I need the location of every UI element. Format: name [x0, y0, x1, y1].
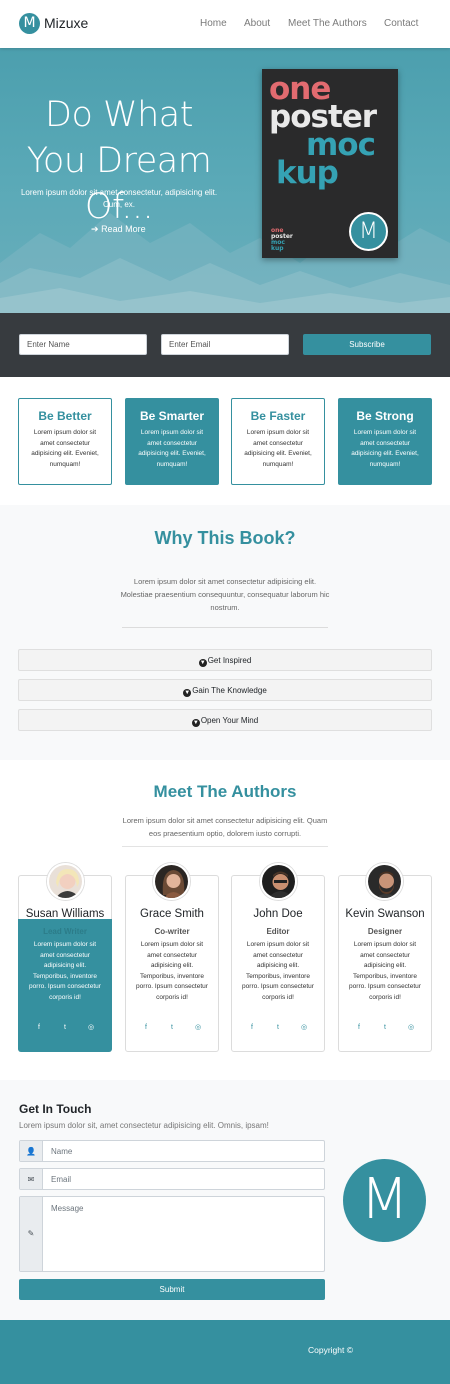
- contact-name-field[interactable]: 👤 Name: [19, 1140, 325, 1162]
- author-name: Kevin Swanson: [345, 908, 425, 920]
- author-social: f t ◎: [126, 1023, 218, 1031]
- copyright-text: Copyright ©: [308, 1345, 354, 1355]
- why-title: Why This Book?: [154, 528, 296, 548]
- instagram-icon[interactable]: ◎: [78, 1023, 104, 1031]
- authors-title: Meet The Authors: [153, 782, 297, 801]
- pencil-icon: ✎: [20, 1197, 43, 1271]
- arrow-circle-down-icon: ▼: [183, 689, 192, 697]
- accordion-label: Gain The Knowledge: [192, 686, 267, 695]
- twitter-icon[interactable]: t: [372, 1024, 398, 1031]
- hero-title-line: Do What: [45, 95, 193, 135]
- avatar: [260, 863, 297, 900]
- author-social: f t ◎: [19, 1023, 111, 1031]
- accordion-open-your-mind[interactable]: ▼ Open Your Mind: [18, 709, 432, 731]
- contact-message-field[interactable]: ✎ Message: [19, 1196, 325, 1272]
- arrow-circle-down-icon: ▼: [191, 719, 200, 727]
- hero-title-line: You Dream: [26, 141, 212, 181]
- feature-title: Be Smarter: [139, 409, 205, 423]
- author-role: Co-writer: [154, 927, 190, 936]
- author-role: Designer: [367, 927, 403, 936]
- accordion-get-inspired[interactable]: ▼ Get Inspired: [18, 649, 432, 671]
- author-text: Lorem ipsum dolor sit amet consectetur a…: [136, 941, 208, 1001]
- contact-logo: M: [343, 1159, 426, 1242]
- divider: [122, 846, 328, 847]
- author-name: Grace Smith: [140, 908, 204, 920]
- subscribe-email-input[interactable]: Enter Email: [161, 334, 289, 355]
- arrow-circle-down-icon: ▼: [198, 659, 207, 667]
- twitter-icon[interactable]: t: [52, 1024, 78, 1031]
- contact-email-field[interactable]: ✉ Email: [19, 1168, 325, 1190]
- author-name: John Doe: [253, 908, 303, 920]
- subscribe-name-input[interactable]: Enter Name: [19, 334, 147, 355]
- read-more-button[interactable]: ➔ Read More: [91, 224, 146, 235]
- author-card: Kevin Swanson Designer Lorem ipsum dolor…: [338, 875, 432, 1052]
- author-role: Lead Writer: [43, 927, 87, 936]
- poster-word: kup: [276, 155, 339, 191]
- accordion-label: Get Inspired: [207, 656, 252, 665]
- instagram-icon[interactable]: ◎: [185, 1023, 211, 1031]
- contact-submit-button[interactable]: Submit: [19, 1279, 325, 1300]
- accordion-label: Open Your Mind: [200, 716, 259, 725]
- facebook-icon[interactable]: f: [346, 1024, 372, 1031]
- feature-title: Be Faster: [250, 409, 306, 423]
- nav-link-contact[interactable]: Contact: [384, 18, 418, 29]
- author-card: John Doe Editor Lorem ipsum dolor sit am…: [231, 875, 325, 1052]
- author-social: f t ◎: [339, 1023, 431, 1031]
- nav-link-about[interactable]: About: [244, 18, 270, 29]
- poster-logo-badge: M: [349, 212, 388, 251]
- contact-title: Get In Touch: [19, 1102, 92, 1116]
- arrow-right-icon: ➔: [91, 224, 99, 234]
- instagram-icon[interactable]: ◎: [398, 1023, 424, 1031]
- feature-title: Be Strong: [356, 409, 414, 423]
- author-social: f t ◎: [232, 1023, 324, 1031]
- author-card: Susan Williams Lead Writer Lorem ipsum d…: [18, 875, 112, 1052]
- poster-small-word: kup: [271, 245, 284, 252]
- navbar: M Mizuxe Home About Meet The Authors Con…: [0, 0, 450, 48]
- facebook-icon[interactable]: f: [133, 1024, 159, 1031]
- why-text: Lorem ipsum dolor sit amet consectetur a…: [120, 577, 330, 612]
- brand-name[interactable]: Mizuxe: [44, 15, 88, 31]
- instagram-icon[interactable]: ◎: [291, 1023, 317, 1031]
- email-placeholder: Email: [51, 1175, 72, 1184]
- author-text: Lorem ipsum dolor sit amet consectetur a…: [242, 941, 314, 1001]
- feature-text: Lorem ipsum dolor sit amet consectetur a…: [138, 429, 206, 468]
- nav-link-meet-the-authors[interactable]: Meet The Authors: [288, 18, 367, 29]
- contact-subtitle: Lorem ipsum dolor sit, amet consectetur …: [19, 1121, 269, 1130]
- divider: [122, 627, 328, 628]
- avatar: [366, 863, 403, 900]
- user-icon: 👤: [20, 1141, 43, 1161]
- avatar: [153, 863, 190, 900]
- footer: [0, 1320, 450, 1384]
- feature-text: Lorem ipsum dolor sit amet consectetur a…: [351, 429, 419, 468]
- author-name: Susan Williams: [25, 908, 105, 920]
- facebook-icon[interactable]: f: [239, 1024, 265, 1031]
- avatar: [47, 863, 84, 900]
- author-text: Lorem ipsum dolor sit amet consectetur a…: [29, 941, 101, 1001]
- accordion-gain-knowledge[interactable]: ▼ Gain The Knowledge: [18, 679, 432, 701]
- brand-logo[interactable]: M: [19, 13, 40, 34]
- message-placeholder: Message: [51, 1204, 84, 1213]
- feature-box: Be Smarter Lorem ipsum dolor sit amet co…: [125, 398, 219, 485]
- poster-mockup-image: one poster moc kup one poster moc kup M: [262, 69, 398, 258]
- envelope-icon: ✉: [20, 1169, 43, 1189]
- author-role: Editor: [266, 927, 290, 936]
- hero-subtitle: Lorem ipsum dolor sit amet consectetur, …: [20, 188, 218, 209]
- feature-text: Lorem ipsum dolor sit amet consectetur a…: [244, 429, 312, 468]
- nav-link-home[interactable]: Home: [200, 18, 227, 29]
- feature-box: Be Better Lorem ipsum dolor sit amet con…: [18, 398, 112, 485]
- facebook-icon[interactable]: f: [26, 1024, 52, 1031]
- feature-title: Be Better: [38, 409, 92, 423]
- name-placeholder: Name: [51, 1147, 73, 1156]
- read-more-label: Read More: [101, 224, 146, 234]
- author-text: Lorem ipsum dolor sit amet consectetur a…: [349, 941, 421, 1001]
- twitter-icon[interactable]: t: [159, 1024, 185, 1031]
- twitter-icon[interactable]: t: [265, 1024, 291, 1031]
- feature-box: Be Strong Lorem ipsum dolor sit amet con…: [338, 398, 432, 485]
- authors-subtitle: Lorem ipsum dolor sit amet consectetur a…: [122, 816, 328, 838]
- author-card: Grace Smith Co-writer Lorem ipsum dolor …: [125, 875, 219, 1052]
- feature-box: Be Faster Lorem ipsum dolor sit amet con…: [231, 398, 325, 485]
- feature-text: Lorem ipsum dolor sit amet consectetur a…: [31, 429, 99, 468]
- subscribe-button[interactable]: Subscribe: [303, 334, 431, 355]
